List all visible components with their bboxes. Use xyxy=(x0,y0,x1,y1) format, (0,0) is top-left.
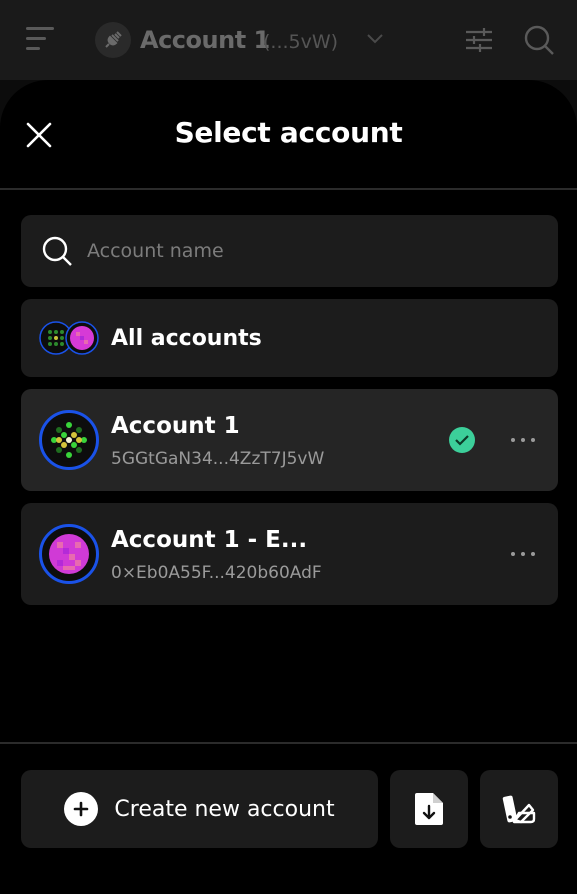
footer-divider xyxy=(0,742,577,744)
account-address: 0×Eb0A55F...420b60AdF xyxy=(111,563,322,583)
account-item[interactable]: Account 1 5GGtGaN34...4ZzT7J5vW xyxy=(21,389,558,491)
header-account-address: (...5vW) xyxy=(263,31,339,53)
color-swatch-icon xyxy=(502,795,536,824)
account-address: 5GGtGaN34...4ZzT7J5vW xyxy=(111,449,325,469)
filter-icon xyxy=(464,24,494,58)
account-avatar xyxy=(39,524,99,584)
all-accounts-avatar xyxy=(39,321,101,355)
import-account-button[interactable] xyxy=(390,770,468,848)
account-search-input[interactable] xyxy=(87,240,507,262)
all-accounts-item[interactable]: All accounts xyxy=(21,299,558,377)
search-icon xyxy=(523,24,555,60)
account-item[interactable]: Account 1 - E... 0×Eb0A55F...420b60AdF xyxy=(21,503,558,605)
background-header: Account 1 (...5vW) xyxy=(0,0,577,80)
swatch-button[interactable] xyxy=(480,770,558,848)
account-search-box[interactable] xyxy=(21,215,558,287)
menu-icon xyxy=(26,27,54,51)
header-account-title: Account 1 xyxy=(140,26,270,54)
modal-title: Select account xyxy=(174,116,403,149)
create-account-label: Create new account xyxy=(114,796,335,822)
chevron-down-icon xyxy=(366,30,384,49)
account-avatar xyxy=(39,410,99,470)
plug-icon xyxy=(95,22,131,58)
search-icon xyxy=(42,236,72,266)
all-accounts-label: All accounts xyxy=(111,326,262,351)
more-options-icon[interactable] xyxy=(511,429,535,451)
account-name: Account 1 xyxy=(111,413,240,439)
header-divider xyxy=(0,188,577,190)
more-options-icon[interactable] xyxy=(511,543,535,565)
file-download-icon xyxy=(415,793,443,825)
account-name: Account 1 - E... xyxy=(111,527,308,553)
plus-icon xyxy=(64,792,99,826)
select-account-modal: Select account All acc xyxy=(0,80,577,894)
create-account-button[interactable]: Create new account xyxy=(21,770,378,848)
check-icon xyxy=(449,427,475,453)
